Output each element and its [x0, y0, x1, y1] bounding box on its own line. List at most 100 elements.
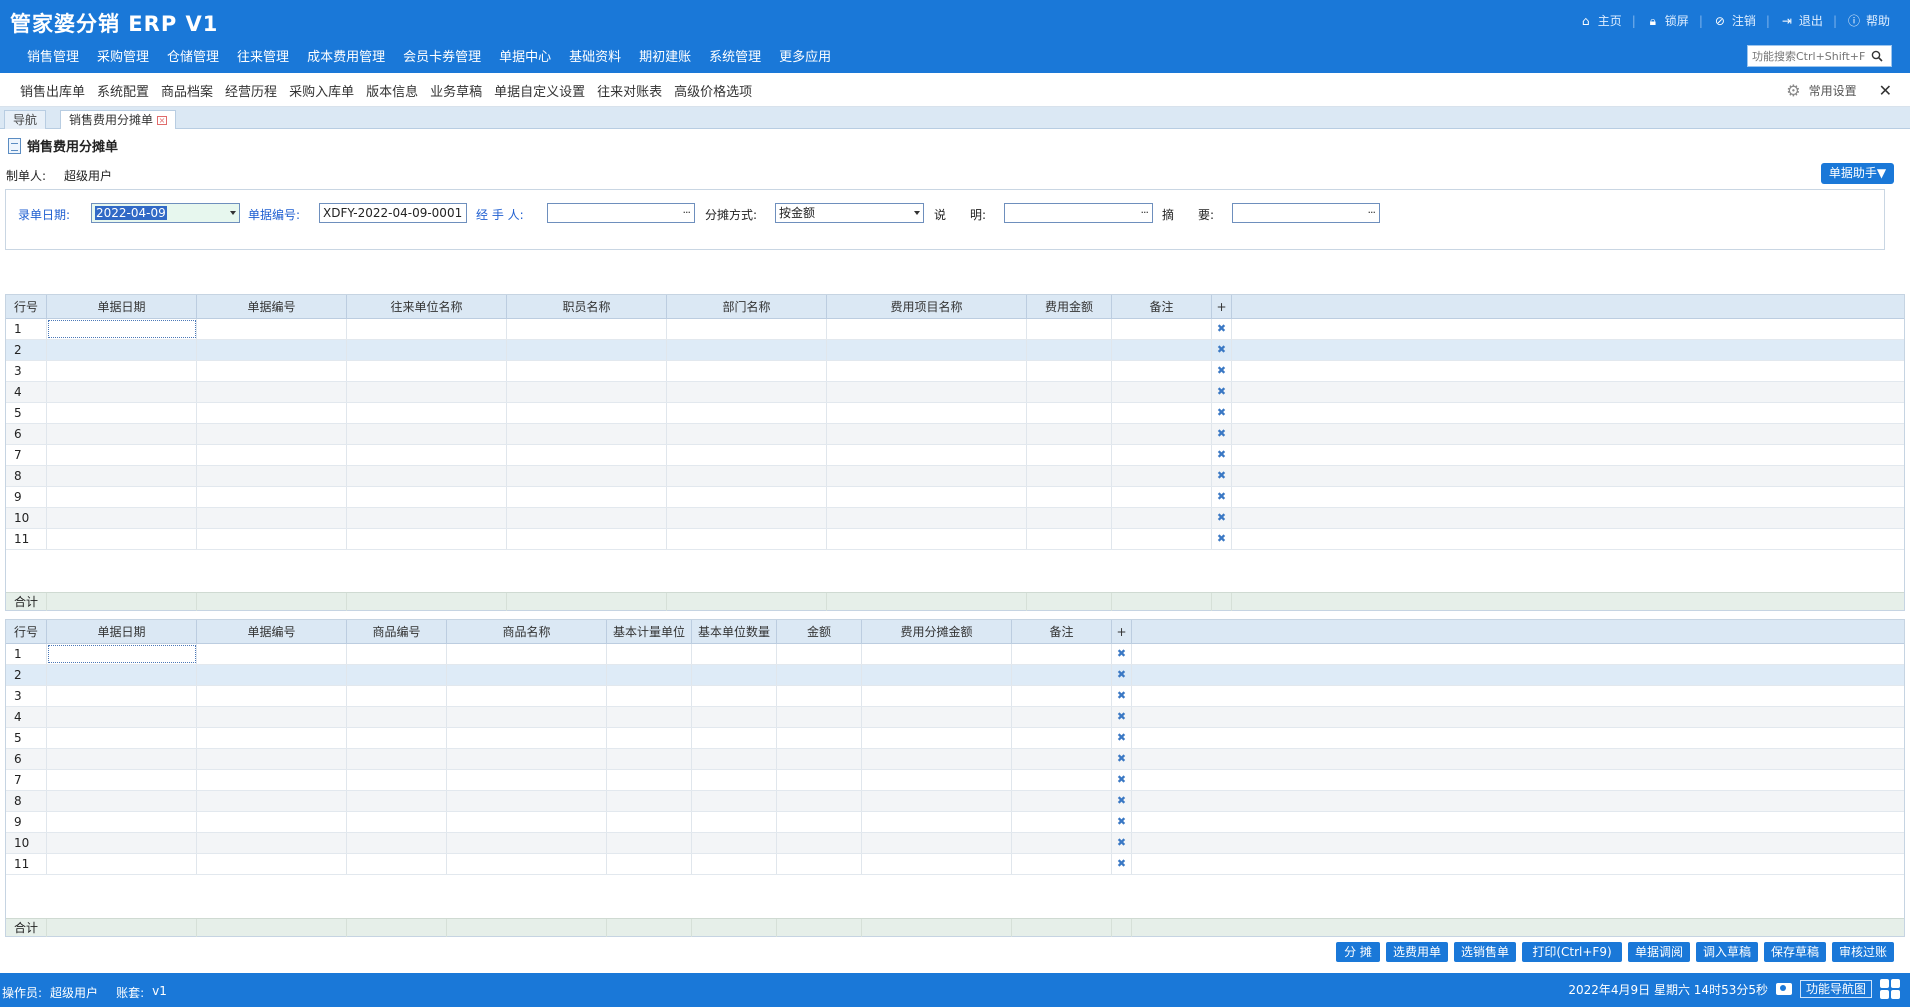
delete-row-icon[interactable]: ✖ [1212, 361, 1232, 381]
table-cell[interactable] [197, 445, 347, 465]
delete-row-icon[interactable]: ✖ [1212, 424, 1232, 444]
nav-warehouse[interactable]: 仓储管理 [158, 46, 228, 65]
table-cell[interactable] [197, 361, 347, 381]
table-cell[interactable] [667, 445, 827, 465]
table-cell[interactable] [507, 424, 667, 444]
table-cell[interactable] [347, 445, 507, 465]
table-cell[interactable] [607, 749, 692, 769]
delete-row-icon[interactable]: ✖ [1212, 466, 1232, 486]
table-cell[interactable] [347, 728, 447, 748]
more-icon[interactable]: ··· [1368, 204, 1376, 222]
table-cell[interactable] [197, 833, 347, 853]
table-cell[interactable] [47, 424, 197, 444]
app-grid-icon[interactable] [1880, 979, 1900, 999]
search-input[interactable] [1748, 47, 1868, 65]
table-cell[interactable] [47, 466, 197, 486]
table-cell[interactable] [507, 508, 667, 528]
close-icon[interactable]: ✕ [1879, 81, 1892, 100]
table-cell[interactable] [347, 508, 507, 528]
table-cell[interactable] [347, 833, 447, 853]
delete-row-icon[interactable]: ✖ [1112, 833, 1132, 853]
home-link[interactable]: ⌂ 主页 [1569, 12, 1632, 29]
table-cell[interactable] [862, 728, 1012, 748]
table-row[interactable]: 6 ✖ [6, 424, 1904, 445]
table-cell[interactable] [777, 770, 862, 790]
nav-accounts[interactable]: 往来管理 [228, 46, 298, 65]
table-cell[interactable] [827, 508, 1027, 528]
delete-row-icon[interactable]: ✖ [1112, 770, 1132, 790]
table-cell[interactable] [47, 749, 197, 769]
table-cell[interactable] [827, 487, 1027, 507]
delete-row-icon[interactable]: ✖ [1212, 508, 1232, 528]
table-cell[interactable] [667, 340, 827, 360]
table-cell[interactable] [777, 854, 862, 874]
nav-member[interactable]: 会员卡券管理 [394, 46, 490, 65]
table-cell[interactable] [1027, 487, 1112, 507]
table-row[interactable]: 2 ✖ [6, 665, 1904, 686]
table-cell[interactable] [607, 644, 692, 664]
table-cell[interactable] [862, 854, 1012, 874]
table-cell[interactable] [667, 424, 827, 444]
table-row[interactable]: 8 ✖ [6, 466, 1904, 487]
note-field[interactable]: ··· [1004, 203, 1153, 223]
table-cell[interactable] [347, 791, 447, 811]
table-cell[interactable] [197, 770, 347, 790]
post-button[interactable]: 审核过账 [1832, 942, 1894, 962]
document-review-button[interactable]: 单据调阅 [1628, 942, 1690, 962]
delete-row-icon[interactable]: ✖ [1212, 382, 1232, 402]
delete-row-icon[interactable]: ✖ [1112, 665, 1132, 685]
table-cell[interactable] [197, 508, 347, 528]
table-cell[interactable] [347, 686, 447, 706]
table-cell[interactable] [347, 361, 507, 381]
table-cell[interactable] [1027, 466, 1112, 486]
table-cell[interactable] [692, 707, 777, 727]
table-cell[interactable] [862, 812, 1012, 832]
table-cell[interactable] [47, 665, 197, 685]
table-cell[interactable] [607, 833, 692, 853]
table-cell[interactable] [692, 665, 777, 685]
table-cell[interactable] [47, 770, 197, 790]
table-cell[interactable] [507, 487, 667, 507]
table-cell[interactable] [667, 466, 827, 486]
table-cell[interactable] [1012, 728, 1112, 748]
table-cell[interactable] [47, 644, 197, 664]
table-cell[interactable] [692, 791, 777, 811]
table-cell[interactable] [1027, 445, 1112, 465]
table-cell[interactable] [827, 445, 1027, 465]
nav-more-apps[interactable]: 更多应用 [770, 46, 840, 65]
table-cell[interactable] [777, 728, 862, 748]
table-cell[interactable] [777, 707, 862, 727]
table-row[interactable]: 9 ✖ [6, 487, 1904, 508]
table-cell[interactable] [827, 424, 1027, 444]
table-cell[interactable] [777, 686, 862, 706]
table-cell[interactable] [667, 508, 827, 528]
table-row[interactable]: 2 ✖ [6, 340, 1904, 361]
table-cell[interactable] [777, 791, 862, 811]
table-cell[interactable] [692, 833, 777, 853]
table-cell[interactable] [47, 529, 197, 549]
table-cell[interactable] [197, 749, 347, 769]
table-cell[interactable] [1012, 707, 1112, 727]
table-cell[interactable] [47, 686, 197, 706]
delete-row-icon[interactable]: ✖ [1212, 529, 1232, 549]
table-cell[interactable] [347, 466, 507, 486]
table-cell[interactable] [1027, 361, 1112, 381]
table-cell[interactable] [47, 382, 197, 402]
table-cell[interactable] [347, 424, 507, 444]
quick-item[interactable]: 版本信息 [360, 81, 424, 100]
quick-item[interactable]: 往来对账表 [591, 81, 668, 100]
table-cell[interactable] [1112, 361, 1212, 381]
table-cell[interactable] [347, 340, 507, 360]
lock-link[interactable]: 🔒︎ 锁屏 [1636, 12, 1699, 29]
table-cell[interactable] [1012, 686, 1112, 706]
table-row[interactable]: 6 ✖ [6, 749, 1904, 770]
select-expense-button[interactable]: 选费用单 [1386, 942, 1448, 962]
camera-icon[interactable] [1775, 983, 1792, 995]
table-cell[interactable] [47, 487, 197, 507]
table-cell[interactable] [1027, 340, 1112, 360]
quick-item[interactable]: 销售出库单 [14, 81, 91, 100]
tab-navigation[interactable]: 导航 [4, 110, 47, 129]
table-cell[interactable] [1012, 770, 1112, 790]
table-cell[interactable] [197, 382, 347, 402]
table-cell[interactable] [47, 833, 197, 853]
